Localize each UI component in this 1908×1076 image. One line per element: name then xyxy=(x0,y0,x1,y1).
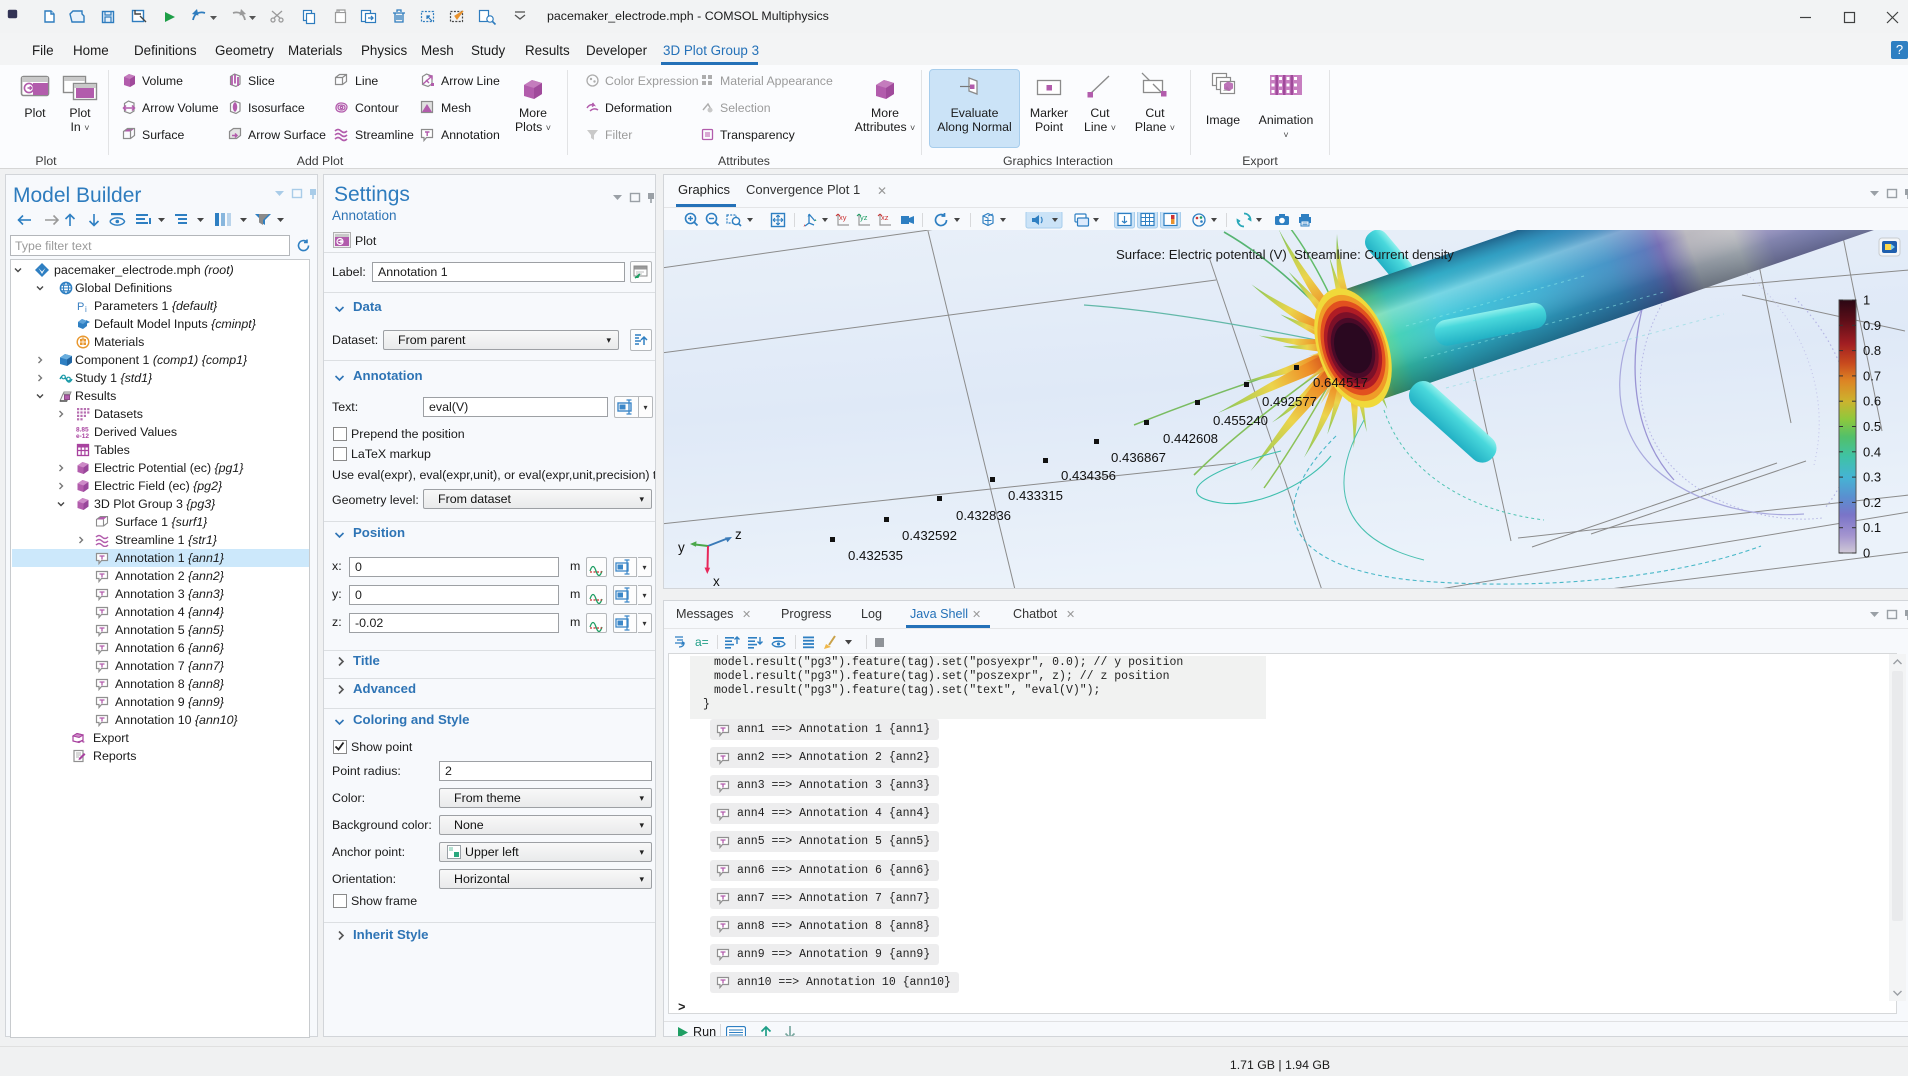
svg-text:0.432592: 0.432592 xyxy=(902,528,957,543)
svg-text:0.1: 0.1 xyxy=(1863,520,1881,535)
svg-text:Surface: Electric potential (V: Surface: Electric potential (V) Streamli… xyxy=(1116,247,1454,262)
svg-text:0.433315: 0.433315 xyxy=(1008,488,1063,503)
svg-text:0.8: 0.8 xyxy=(1863,343,1881,358)
svg-text:0.2: 0.2 xyxy=(1863,495,1881,510)
svg-text:0.432836: 0.432836 xyxy=(956,508,1011,523)
svg-text:xy: xy xyxy=(839,213,847,222)
svg-text:0.492577: 0.492577 xyxy=(1262,394,1317,409)
svg-text:1: 1 xyxy=(1863,293,1870,308)
svg-text:0.9: 0.9 xyxy=(1863,318,1881,333)
svg-text:0.4: 0.4 xyxy=(1863,444,1881,459)
svg-text:a=: a= xyxy=(695,635,709,649)
svg-text:0.432535: 0.432535 xyxy=(848,548,903,563)
svg-text:0.5: 0.5 xyxy=(1863,419,1881,434)
svg-text:z: z xyxy=(735,527,742,542)
svg-text:y: y xyxy=(678,540,685,555)
svg-text:0.442608: 0.442608 xyxy=(1163,431,1218,446)
svg-text:xz: xz xyxy=(881,213,889,222)
svg-text:x: x xyxy=(713,574,720,589)
svg-text:0.6: 0.6 xyxy=(1863,394,1881,409)
svg-text:0.7: 0.7 xyxy=(1863,368,1881,383)
svg-text:0.434356: 0.434356 xyxy=(1061,468,1116,483)
svg-text:0: 0 xyxy=(1863,546,1870,561)
svg-text:0.455240: 0.455240 xyxy=(1213,413,1268,428)
svg-text:yz: yz xyxy=(860,213,868,222)
svg-text:0.3: 0.3 xyxy=(1863,470,1881,485)
svg-text:0.436867: 0.436867 xyxy=(1111,450,1166,465)
svg-text:0.644517: 0.644517 xyxy=(1313,375,1368,390)
